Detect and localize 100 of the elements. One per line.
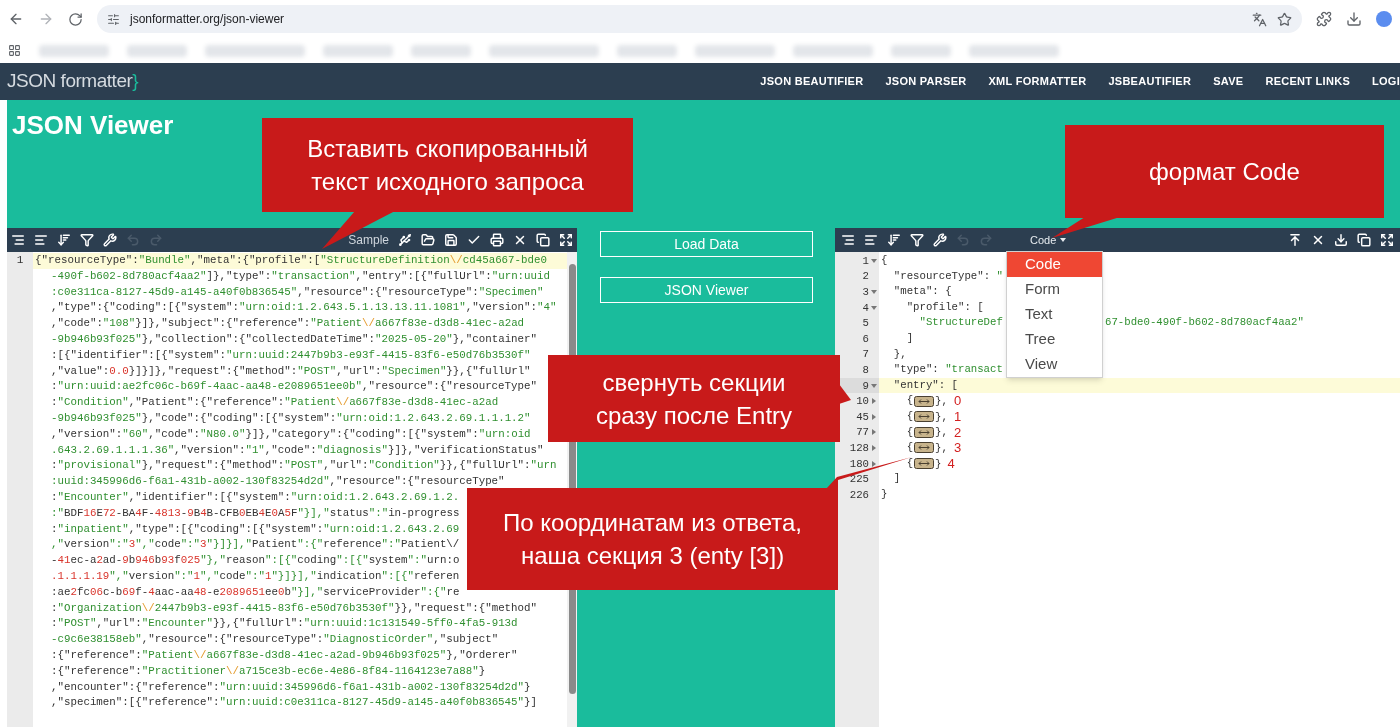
nav-link[interactable]: JSBEAUTIFIER [1108, 73, 1192, 90]
collapsed-object-icon[interactable] [914, 426, 935, 438]
mode-menu-item[interactable]: Form [1007, 277, 1102, 302]
code-line: "StructureDef [918, 315, 1003, 331]
mode-dropdown[interactable]: Code [1030, 231, 1067, 249]
annotation-number: 4 [947, 454, 955, 473]
site-logo[interactable]: JSON formatter} [7, 67, 139, 96]
sample-button[interactable]: Sample [348, 231, 389, 249]
fold-arrow-icon[interactable] [872, 413, 876, 420]
print-icon[interactable] [490, 233, 504, 247]
code-line: ,"encounter":{"reference":"urn:uuid:345996d6-f6a1-431b-a002-130f83254d2d"} [51, 679, 531, 695]
nav-link[interactable]: XML FORMATTER [988, 73, 1087, 90]
back-icon[interactable] [8, 11, 24, 27]
collapsed-object-icon[interactable] [914, 458, 935, 469]
annotation-number: 0 [953, 392, 962, 411]
line-number: 77 [856, 425, 869, 441]
site-info-icon[interactable] [107, 12, 120, 26]
profile-avatar[interactable] [1376, 11, 1392, 27]
download-icon[interactable] [1334, 233, 1348, 247]
copy-icon[interactable] [536, 233, 550, 247]
code-line: "resourceType": " [892, 268, 1003, 284]
code-line: ,"version":"60","code":"N80.0"}]},"category":{"coding":[{"system":"urn:oid [51, 426, 531, 442]
compact-icon[interactable] [34, 233, 48, 247]
code-line: {"resourceType":"Bundle","meta":{"profile":["StructureDefinition\/cd45a667-bde0 [35, 253, 547, 268]
wrench-icon[interactable] [933, 233, 947, 247]
usb-icon[interactable] [398, 233, 412, 247]
code-line: }, [935, 440, 948, 456]
code-line: :ae2fc06c-b69f-4aac-aa48-e2089651ee0b"}],"serviceProvider":{"re [51, 584, 460, 600]
code-line: ,"type":{"coding":[{"system":"urn:oid:1.2.643.5.1.13.13.11.1081","version":"4" [51, 300, 557, 316]
fold-arrow-icon[interactable] [872, 398, 876, 405]
sort-icon[interactable] [57, 233, 71, 247]
code-line: ,"specimen":[{"reference":"urn:uuid:c0e311ca-8127-45d9-a145-a40f0b836545"}] [51, 695, 537, 711]
close-icon[interactable] [1311, 233, 1325, 247]
fold-arrow-icon[interactable] [872, 429, 876, 436]
address-bar[interactable]: jsonformatter.org/json-viewer [97, 5, 1302, 33]
code-line: ,"version":"3","code":"3"}]}],"Patient":{"reference":"Patient\/ [51, 537, 460, 553]
check-icon[interactable] [467, 233, 481, 247]
annotation-number: 1 [953, 408, 962, 426]
url-text: jsonformatter.org/json-viewer [130, 11, 285, 28]
sort-icon[interactable] [887, 233, 901, 247]
collapsed-object-icon[interactable] [914, 411, 935, 423]
line-number: 4 [862, 300, 869, 316]
format-icon[interactable] [841, 233, 855, 247]
code-line: { [905, 424, 914, 440]
mode-menu-item[interactable]: Text [1007, 302, 1102, 327]
code-line: ,"value":0.0}]}]},"request":{"method":"POST","url":"Specimen"}},{"fullUrl" [51, 363, 531, 379]
apps-icon[interactable] [8, 44, 21, 57]
code-line: .1.1.1.19","version":"1","code":"1"}]}],"indication":[{"referen [51, 568, 460, 584]
line-number: 45 [856, 409, 869, 425]
fullscreen-icon[interactable] [559, 233, 573, 247]
nav-link[interactable]: JSON BEAUTIFIER [760, 73, 864, 90]
fold-arrow-icon[interactable] [871, 383, 877, 388]
compact-icon[interactable] [864, 233, 878, 247]
copy-icon[interactable] [1357, 233, 1371, 247]
collapsed-object-icon[interactable] [914, 442, 935, 454]
collapsed-object-icon[interactable] [914, 395, 935, 407]
download-icon[interactable] [1346, 11, 1362, 27]
code-line: { [881, 253, 888, 268]
upload-icon[interactable] [1288, 233, 1302, 247]
code-line: :"Organization\/2447b9b3-e93f-4415-83f6-e50d76b3530f"}},"request":{"method" [51, 600, 537, 616]
wrench-icon[interactable] [103, 233, 117, 247]
code-line: { [905, 455, 914, 471]
code-line: :"Condition","Patient":{"reference":"Patient\/a667f83e-d3d8-41ec-a2ad [51, 395, 499, 411]
save-icon[interactable] [444, 233, 458, 247]
line-number: 2 [862, 269, 869, 285]
bookmark-star-icon[interactable] [1277, 11, 1292, 27]
mode-menu-item[interactable]: Tree [1007, 327, 1102, 352]
code-line: "meta": { [892, 284, 952, 300]
line-number: 128 [849, 440, 869, 456]
line-number: 5 [862, 316, 869, 332]
code-line: -c9c6e38158eb","resource":{"resourceType":"DiagnosticOrder","subject" [51, 632, 499, 648]
open-file-icon[interactable] [421, 233, 435, 247]
fullscreen-icon[interactable] [1380, 233, 1394, 247]
fold-arrow-icon[interactable] [871, 305, 877, 310]
fold-arrow-icon[interactable] [871, 290, 877, 294]
filter-icon[interactable] [80, 233, 94, 247]
fold-arrow-icon[interactable] [871, 258, 877, 263]
line-number: 226 [849, 487, 869, 503]
filter-icon[interactable] [910, 233, 924, 247]
close-icon[interactable] [513, 233, 527, 247]
nav-link[interactable]: SAVE [1213, 73, 1244, 90]
code-line: { [905, 408, 914, 424]
mode-menu-item[interactable]: Code [1007, 252, 1102, 277]
code-line: ,"code":"108"}]},"subject":{"reference":"Patient\/a667f83e-d3d8-41ec-a2ad [51, 316, 525, 332]
extensions-icon[interactable] [1316, 11, 1332, 27]
code-line: 67-bde0-490f-b602-8d780acf4aa2" [1105, 315, 1304, 331]
code-line: :{"reference":"Patient\/a667f83e-d3d8-41ec-a2ad-9b946b93f025"},"Orderer" [51, 647, 518, 663]
code-line: } [935, 456, 942, 472]
code-line: { [905, 393, 914, 409]
fold-arrow-icon[interactable] [872, 460, 876, 467]
nav-link[interactable]: JSON PARSER [885, 73, 967, 90]
fold-arrow-icon[interactable] [872, 444, 876, 451]
reload-icon[interactable] [68, 11, 83, 27]
format-icon[interactable] [11, 233, 25, 247]
mode-menu-item[interactable]: View [1007, 352, 1102, 377]
code-line: "entry": [ [892, 377, 958, 393]
nav-link[interactable]: RECENT LINKS [1265, 73, 1350, 90]
translate-icon[interactable] [1252, 11, 1267, 27]
nav-link[interactable]: LOGI [1372, 73, 1400, 90]
callout-note: По координатам из ответа, наша секция 3 (enty [3]) [467, 488, 838, 590]
